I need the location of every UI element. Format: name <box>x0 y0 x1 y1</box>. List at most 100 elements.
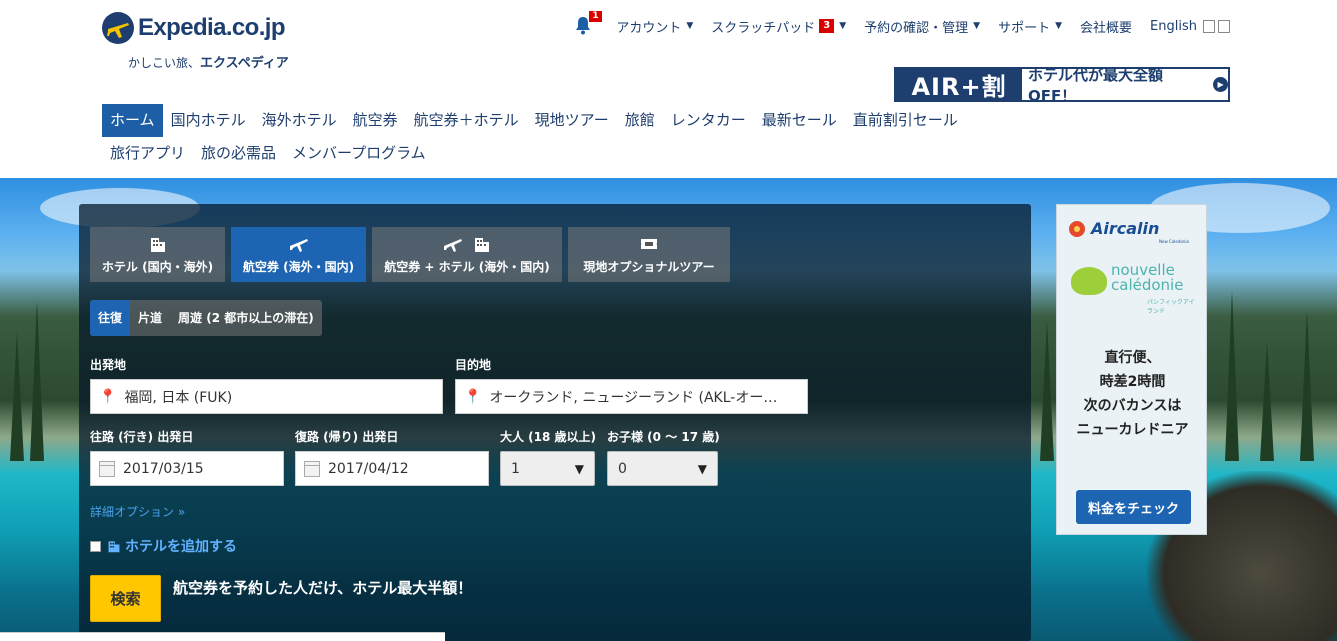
chevron-down-icon: ▼ <box>1055 21 1063 31</box>
expedia-logo[interactable]: Expedia.co.jp かしこい旅、エクスペディア <box>102 12 312 72</box>
hotel-icon <box>150 238 165 252</box>
trip-type-selector: 往復 片道 周遊 (2 都市以上の滞在) <box>90 300 322 336</box>
support-menu[interactable]: サポート ▼ <box>998 17 1062 36</box>
advanced-options-link[interactable]: 詳細オプション » <box>90 503 185 520</box>
ad-copy-line: ニューカレドニア <box>1076 422 1189 438</box>
nav-local-tours[interactable]: 現地ツアー <box>527 104 617 137</box>
globe-plane-icon <box>102 12 134 44</box>
pine-tree <box>10 331 24 461</box>
nav-flight-hotel[interactable]: 航空券＋ホテル <box>406 104 527 137</box>
return-date-input[interactable]: 2017/04/12 <box>295 451 489 486</box>
tab-local-tours[interactable]: 現地オプショナルツアー <box>568 227 730 282</box>
add-hotel-checkbox[interactable] <box>90 540 101 552</box>
adults-select[interactable]: 1 ▼ <box>500 451 595 486</box>
children-value: 0 <box>618 460 627 477</box>
language-link[interactable]: English <box>1150 19 1230 34</box>
support-label: サポート <box>998 20 1051 36</box>
ad-nc-line2: calédonie <box>1111 276 1184 294</box>
ad-brand-name: Aircalin <box>1091 219 1160 238</box>
new-caledonia-logo: nouvelle calédonie パシフィックアイランド <box>1071 263 1195 315</box>
map-pin-icon: 📍 <box>99 388 117 405</box>
trip-oneway[interactable]: 片道 <box>130 300 170 336</box>
flag-icons <box>1203 19 1230 33</box>
chevron-down-icon: ▼ <box>686 21 694 31</box>
ad-copy-line: 時差2時間 <box>1099 374 1166 390</box>
tab-flights-label: 航空券 (海外・国内) <box>242 260 355 274</box>
trip-roundtrip[interactable]: 往復 <box>90 300 131 336</box>
adults-label: 大人 (18 歳以上) <box>500 430 597 444</box>
flag-icon <box>1203 19 1215 33</box>
tab-flights[interactable]: 航空券 (海外・国内) <box>231 227 366 282</box>
hotel-icon <box>108 541 120 553</box>
destination-input[interactable]: 📍 オークランド, ニュージーランド (AKL-オー… <box>455 379 808 414</box>
children-select[interactable]: 0 ▼ <box>607 451 718 486</box>
hibiscus-icon <box>1069 220 1085 237</box>
promo-text: 航空券を予約した人だけ、ホテル最大半額！ <box>173 579 473 597</box>
reservations-menu[interactable]: 予約の確認・管理 ▼ <box>864 17 980 36</box>
adults-value: 1 <box>511 460 520 477</box>
ad-brand-sub: New Caledonia <box>1159 239 1189 244</box>
children-label: お子様 (0 ～ 17 歳) <box>607 430 720 444</box>
air-banner-left: AIR+割 <box>896 69 1022 101</box>
logo-tagline: かしこい旅、エクスペディア <box>128 52 289 71</box>
origin-label: 出発地 <box>90 358 127 372</box>
nav-overseas-hotels[interactable]: 海外ホテル <box>254 104 345 137</box>
scratchpad-badge: 3 <box>819 19 835 33</box>
calendar-icon <box>99 460 115 477</box>
nav-flights[interactable]: 航空券 <box>345 104 406 137</box>
chevron-down-icon: ▼ <box>574 461 584 476</box>
check-price-button[interactable]: 料金をチェック <box>1076 490 1191 524</box>
tab-hotels-label: ホテル (国内・海外) <box>101 260 214 274</box>
tab-flight-hotel[interactable]: 航空券 + ホテル (海外・国内) <box>372 227 562 282</box>
hotel-icon <box>475 238 489 252</box>
add-hotel-label: ホテルを追加する <box>125 539 237 555</box>
account-menu[interactable]: アカウント ▼ <box>616 17 693 36</box>
nav-travel-essentials[interactable]: 旅の必需品 <box>193 137 284 170</box>
nav-last-minute-sale[interactable]: 直前割引セール <box>845 104 966 137</box>
return-date-value: 2017/04/12 <box>328 460 409 477</box>
nav-rental-car[interactable]: レンタカー <box>663 104 754 137</box>
destination-label: 目的地 <box>455 358 492 372</box>
depart-date-value: 2017/03/15 <box>123 460 204 477</box>
map-pin-icon: 📍 <box>464 388 482 405</box>
aircalin-ad[interactable]: Aircalin New Caledonia nouvelle calédoni… <box>1056 204 1207 535</box>
reservations-label: 予約の確認・管理 <box>864 20 969 36</box>
bottom-overlay-strip <box>0 632 445 641</box>
pine-tree <box>30 301 44 461</box>
main-nav: ホーム 国内ホテル 海外ホテル 航空券 航空券＋ホテル 現地ツアー 旅館 レンタ… <box>102 104 982 170</box>
search-button[interactable]: 検索 <box>90 575 161 622</box>
tab-hotels[interactable]: ホテル (国内・海外) <box>90 227 225 282</box>
air-discount-banner[interactable]: AIR+割 ホテル代が最大全額OFF！ ▶ <box>894 66 1230 105</box>
pine-tree <box>1260 341 1274 461</box>
destination-value: オークランド, ニュージーランド (AKL-オー… <box>489 389 778 406</box>
logo-wordmark: Expedia.co.jp <box>138 14 286 41</box>
return-date-label: 復路 (帰り) 出発日 <box>295 430 399 444</box>
nav-domestic-hotels[interactable]: 国内ホテル <box>163 104 254 137</box>
logo-tagline-b: エクスペディア <box>200 56 289 71</box>
depart-date-input[interactable]: 2017/03/15 <box>90 451 284 486</box>
company-link[interactable]: 会社概要 <box>1080 17 1132 36</box>
ticket-icon <box>641 239 657 249</box>
account-label: アカウント <box>616 20 682 36</box>
pine-tree <box>1040 321 1054 461</box>
add-hotel-option[interactable]: ホテルを追加する <box>90 536 237 556</box>
origin-input[interactable]: 📍 福岡, 日本 (FUK) <box>90 379 443 414</box>
plane-icon <box>444 239 462 252</box>
nav-travel-app[interactable]: 旅行アプリ <box>102 137 193 170</box>
flag-icon <box>1218 19 1230 33</box>
scratchpad-menu[interactable]: スクラッチパッド 3 ▼ <box>711 17 846 36</box>
air-banner-text: ホテル代が最大全額OFF！ <box>1028 65 1164 105</box>
nav-ryokan[interactable]: 旅館 <box>617 104 663 137</box>
nav-member-program[interactable]: メンバープログラム <box>284 137 434 170</box>
plane-icon <box>289 239 308 252</box>
nav-latest-sale[interactable]: 最新セール <box>754 104 845 137</box>
depart-date-label: 往路 (行き) 出発日 <box>90 430 194 444</box>
chevron-down-icon: ▼ <box>973 21 981 31</box>
trip-multicity[interactable]: 周遊 (2 都市以上の滞在) <box>170 300 322 336</box>
scratchpad-label: スクラッチパッド <box>711 20 816 36</box>
notifications-button[interactable]: 1 <box>574 11 602 37</box>
air-banner-right: ホテル代が最大全額OFF！ ▶ <box>1022 66 1228 105</box>
ad-copy-line: 次のバカンスは <box>1083 398 1182 414</box>
nav-home[interactable]: ホーム <box>102 104 163 137</box>
calendar-icon <box>304 460 320 477</box>
